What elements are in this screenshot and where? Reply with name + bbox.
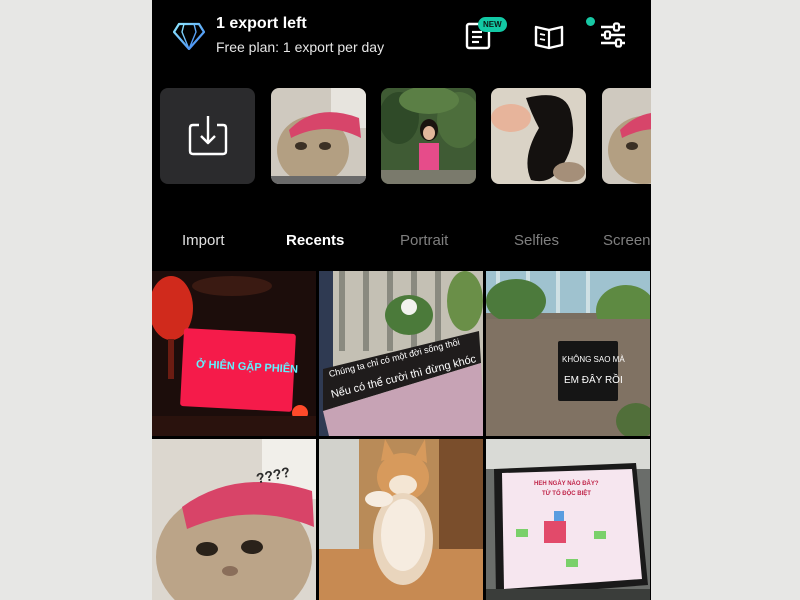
import-button[interactable] [160,88,255,184]
notification-dot [586,17,595,26]
open-book-icon[interactable] [532,18,566,52]
grid-photo-dog[interactable] [319,439,483,600]
recent-thumb-hair[interactable] [491,88,586,184]
plan-subtitle: Free plan: 1 export per day [216,39,385,55]
tab-selfies[interactable]: Selfies [514,232,559,249]
recent-thumb-cat-2[interactable] [602,88,651,184]
new-badge: NEW [478,17,507,32]
app-screen: 1 export left Free plan: 1 export per da… [152,0,651,600]
slide-title-2: TỪ TỐ ĐỘC BIỆT [542,491,591,497]
grid-photo-neon-sign[interactable]: Ở HIÊN GẶP PHIÊN [152,271,316,436]
export-count-title: 1 export left [216,15,307,32]
tab-screenshots[interactable]: Screenshots [603,232,651,249]
grid-photo-wall-sign[interactable]: KHÔNG SAO MÀ EM ĐÂY RỒI [486,271,650,436]
photo-grid: Ở HIÊN GẶP PHIÊN Chúng ta chỉ có một đời… [152,271,651,600]
tab-recents[interactable]: Recents [286,232,344,249]
recent-strip [152,88,651,185]
tab-import[interactable]: Import [182,232,225,249]
recent-thumb-girl[interactable] [381,88,476,184]
wall-sign-line-1: KHÔNG SAO MÀ [562,355,625,364]
grid-photo-slide[interactable]: HEH NGÀY NÀO ĐÂY? TỪ TỐ ĐỘC BIỆT [486,439,650,600]
import-tray-icon [188,116,228,156]
category-tabs: Import Recents Portrait Selfies Screensh… [152,222,651,262]
slide-title-1: HEH NGÀY NÀO ĐÂY? [534,481,599,487]
sliders-icon[interactable] [596,18,630,52]
diamond-icon[interactable] [173,22,205,50]
wall-sign-line-2: EM ĐÂY RỒI [564,375,623,386]
grid-photo-cat[interactable]: ???? [152,439,316,600]
grid-photo-chalkboard[interactable]: Chúng ta chỉ có một đời sống thôi Nếu có… [319,271,483,436]
tab-portrait[interactable]: Portrait [400,232,448,249]
recent-thumb-cat[interactable] [271,88,366,184]
header: 1 export left Free plan: 1 export per da… [152,0,651,72]
